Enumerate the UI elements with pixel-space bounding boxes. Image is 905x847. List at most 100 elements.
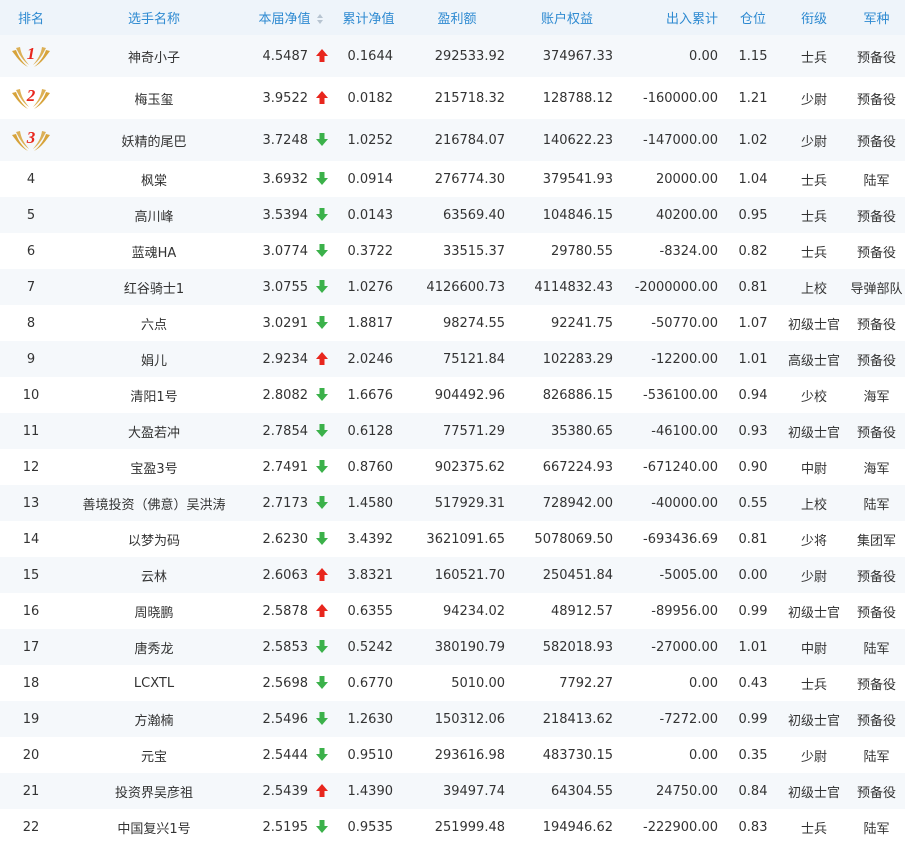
table-row[interactable]: 10 清阳1号 2.8082 1.6676 904492.96 826886.15 -536… [0,377,905,413]
equity-cell: 140622.23 [542,132,613,148]
rank-cell: 10 [22,387,40,403]
player-name[interactable]: 唐秀龙 [62,629,246,665]
player-name[interactable]: 云林 [62,557,246,593]
header-name[interactable]: 选手名称 [62,0,246,35]
player-name[interactable]: 梅玉玺 [62,77,246,119]
player-name[interactable]: 方瀚楠 [62,701,246,737]
table-row[interactable]: 16 周晓鹏 2.5878 0.6355 94234.02 48912.57 -89956.… [0,593,905,629]
player-name[interactable]: 大盈若冲 [62,413,246,449]
profit-cell: 77571.29 [442,423,505,439]
table-row[interactable]: 4 枫棠 3.6932 0.0914 276774.30 379541.93 20000.0… [0,161,905,197]
table-row[interactable]: 1 神奇小子 4.5487 0.1644 292533.92 374967.33 0.00 1… [0,35,905,77]
branch-cell: 预备役 [856,92,896,108]
player-name[interactable]: 以梦为码 [62,521,246,557]
position-cell: 0.93 [738,423,768,439]
rank-cell: 13 [22,495,40,511]
player-name[interactable]: 投资界吴彦祖 [62,773,246,809]
nav-value: 2.6063 [262,567,309,583]
table-row[interactable]: 11 大盈若冲 2.7854 0.6128 77571.29 35380.65 -46100… [0,413,905,449]
nav-value: 3.9522 [262,90,309,106]
player-name[interactable]: 妖精的尾巴 [62,119,246,161]
header-flow[interactable]: 出入累计 [621,0,726,35]
table-row[interactable]: 14 以梦为码 2.6230 3.4392 3621091.65 5078069.50 -6… [0,521,905,557]
table-row[interactable]: 9 娟儿 2.9234 2.0246 75121.84 102283.29 -12200.0… [0,341,905,377]
player-name[interactable]: 神奇小子 [62,35,246,77]
player-name[interactable]: 善境投资（佛意）吴洪涛 [62,485,246,521]
table-row[interactable]: 22 中国复兴1号 2.5195 0.9535 251999.48 194946.62 -2… [0,809,905,845]
nav-value: 4.5487 [262,48,309,64]
military-rank-cell: 中尉 [800,641,827,657]
player-name[interactable]: 元宝 [62,737,246,773]
table-row[interactable]: 6 蓝魂HA 3.0774 0.3722 33515.37 29780.55 -8324.0… [0,233,905,269]
player-name[interactable]: 六点 [62,305,246,341]
nav-cell: 3.0291 [246,305,336,341]
sort-icon[interactable] [316,13,324,24]
header-rank[interactable]: 排名 [0,0,62,35]
position-cell: 1.01 [738,639,768,655]
player-name[interactable]: 娟儿 [62,341,246,377]
nav-value: 3.7248 [262,132,309,148]
svg-text:1: 1 [27,44,36,63]
nav-value: 2.5496 [262,711,309,727]
table-row[interactable]: 7 红谷骑士1 3.0755 1.0276 4126600.73 4114832.43 -2… [0,269,905,305]
player-name[interactable]: 枫棠 [62,161,246,197]
equity-cell: 4114832.43 [534,279,613,295]
rank-cell: 17 [22,639,40,655]
branch-cell: 预备役 [856,425,896,441]
header-cum[interactable]: 累计净值 [336,0,401,35]
table-row[interactable]: 18 LCXTL 2.5698 0.6770 5010.00 7792.27 0.00 0.4… [0,665,905,701]
table-row[interactable]: 12 宝盈3号 2.7491 0.8760 902375.62 667224.93 -671… [0,449,905,485]
cum-nav-cell: 0.9535 [347,819,394,835]
nav-value: 2.5195 [262,819,309,835]
profit-cell: 150312.06 [434,711,505,727]
table-row[interactable]: 19 方瀚楠 2.5496 1.2630 150312.06 218413.62 -7272… [0,701,905,737]
profit-cell: 904492.96 [434,387,505,403]
table-body: 1 神奇小子 4.5487 0.1644 292533.92 374967.33 0.00 1… [0,35,905,845]
military-rank-cell: 初级士官 [787,713,840,729]
table-row[interactable]: 8 六点 3.0291 1.8817 98274.55 92241.75 -50770.00… [0,305,905,341]
table-row[interactable]: 15 云林 2.6063 3.8321 160521.70 250451.84 -5005.… [0,557,905,593]
equity-cell: 667224.93 [542,459,613,475]
rank-cell: 21 [22,783,40,799]
table-row[interactable]: 3 妖精的尾巴 3.7248 1.0252 216784.07 140622.23 -147… [0,119,905,161]
table-row[interactable]: 13 善境投资（佛意）吴洪涛 2.7173 1.4580 517929.31 728942… [0,485,905,521]
cum-nav-cell: 0.8760 [347,459,394,475]
rank-cell: 6 [26,243,36,259]
profit-cell: 292533.92 [434,48,505,64]
player-name[interactable]: 蓝魂HA [62,233,246,269]
table-row[interactable]: 5 高川峰 3.5394 0.0143 63569.40 104846.15 40200.0… [0,197,905,233]
player-name[interactable]: 红谷骑士1 [62,269,246,305]
rank-cell: 14 [22,531,40,547]
player-name[interactable]: LCXTL [62,665,246,701]
player-name[interactable]: 周晓鹏 [62,593,246,629]
flow-cell: 40200.00 [655,207,718,223]
position-cell: 1.04 [738,171,768,187]
header-branch[interactable]: 军种 [848,0,905,35]
flow-cell: -50770.00 [651,315,718,331]
nav-value: 2.6230 [262,531,309,547]
profit-cell: 251999.48 [434,819,505,835]
header-position[interactable]: 仓位 [726,0,780,35]
player-name[interactable]: 清阳1号 [62,377,246,413]
branch-cell: 预备役 [856,677,896,693]
player-name[interactable]: 高川峰 [62,197,246,233]
table-row[interactable]: 21 投资界吴彦祖 2.5439 1.4390 39497.74 64304.55 2475… [0,773,905,809]
flow-cell: 20000.00 [655,171,718,187]
table-row[interactable]: 20 元宝 2.5444 0.9510 293616.98 483730.15 0.00 0.… [0,737,905,773]
header-profit[interactable]: 盈利额 [401,0,513,35]
player-name[interactable]: 宝盈3号 [62,449,246,485]
nav-value: 3.6932 [262,171,309,187]
header-nav-sort[interactable]: 本届净值 [246,0,336,35]
position-cell: 0.83 [738,819,768,835]
rank-cell: 18 [22,675,40,691]
header-military-rank[interactable]: 衔级 [780,0,848,35]
table-row[interactable]: 17 唐秀龙 2.5853 0.5242 380190.79 582018.93 -2700… [0,629,905,665]
table-row[interactable]: 2 梅玉玺 3.9522 0.0182 215718.32 128788.12 -16000… [0,77,905,119]
military-rank-cell: 少尉 [800,134,827,150]
position-cell: 0.35 [738,747,768,763]
profit-cell: 276774.30 [434,171,505,187]
header-equity[interactable]: 账户权益 [513,0,621,35]
rank-cell: 22 [22,819,40,835]
branch-cell: 陆军 [863,497,890,513]
player-name[interactable]: 中国复兴1号 [62,809,246,845]
